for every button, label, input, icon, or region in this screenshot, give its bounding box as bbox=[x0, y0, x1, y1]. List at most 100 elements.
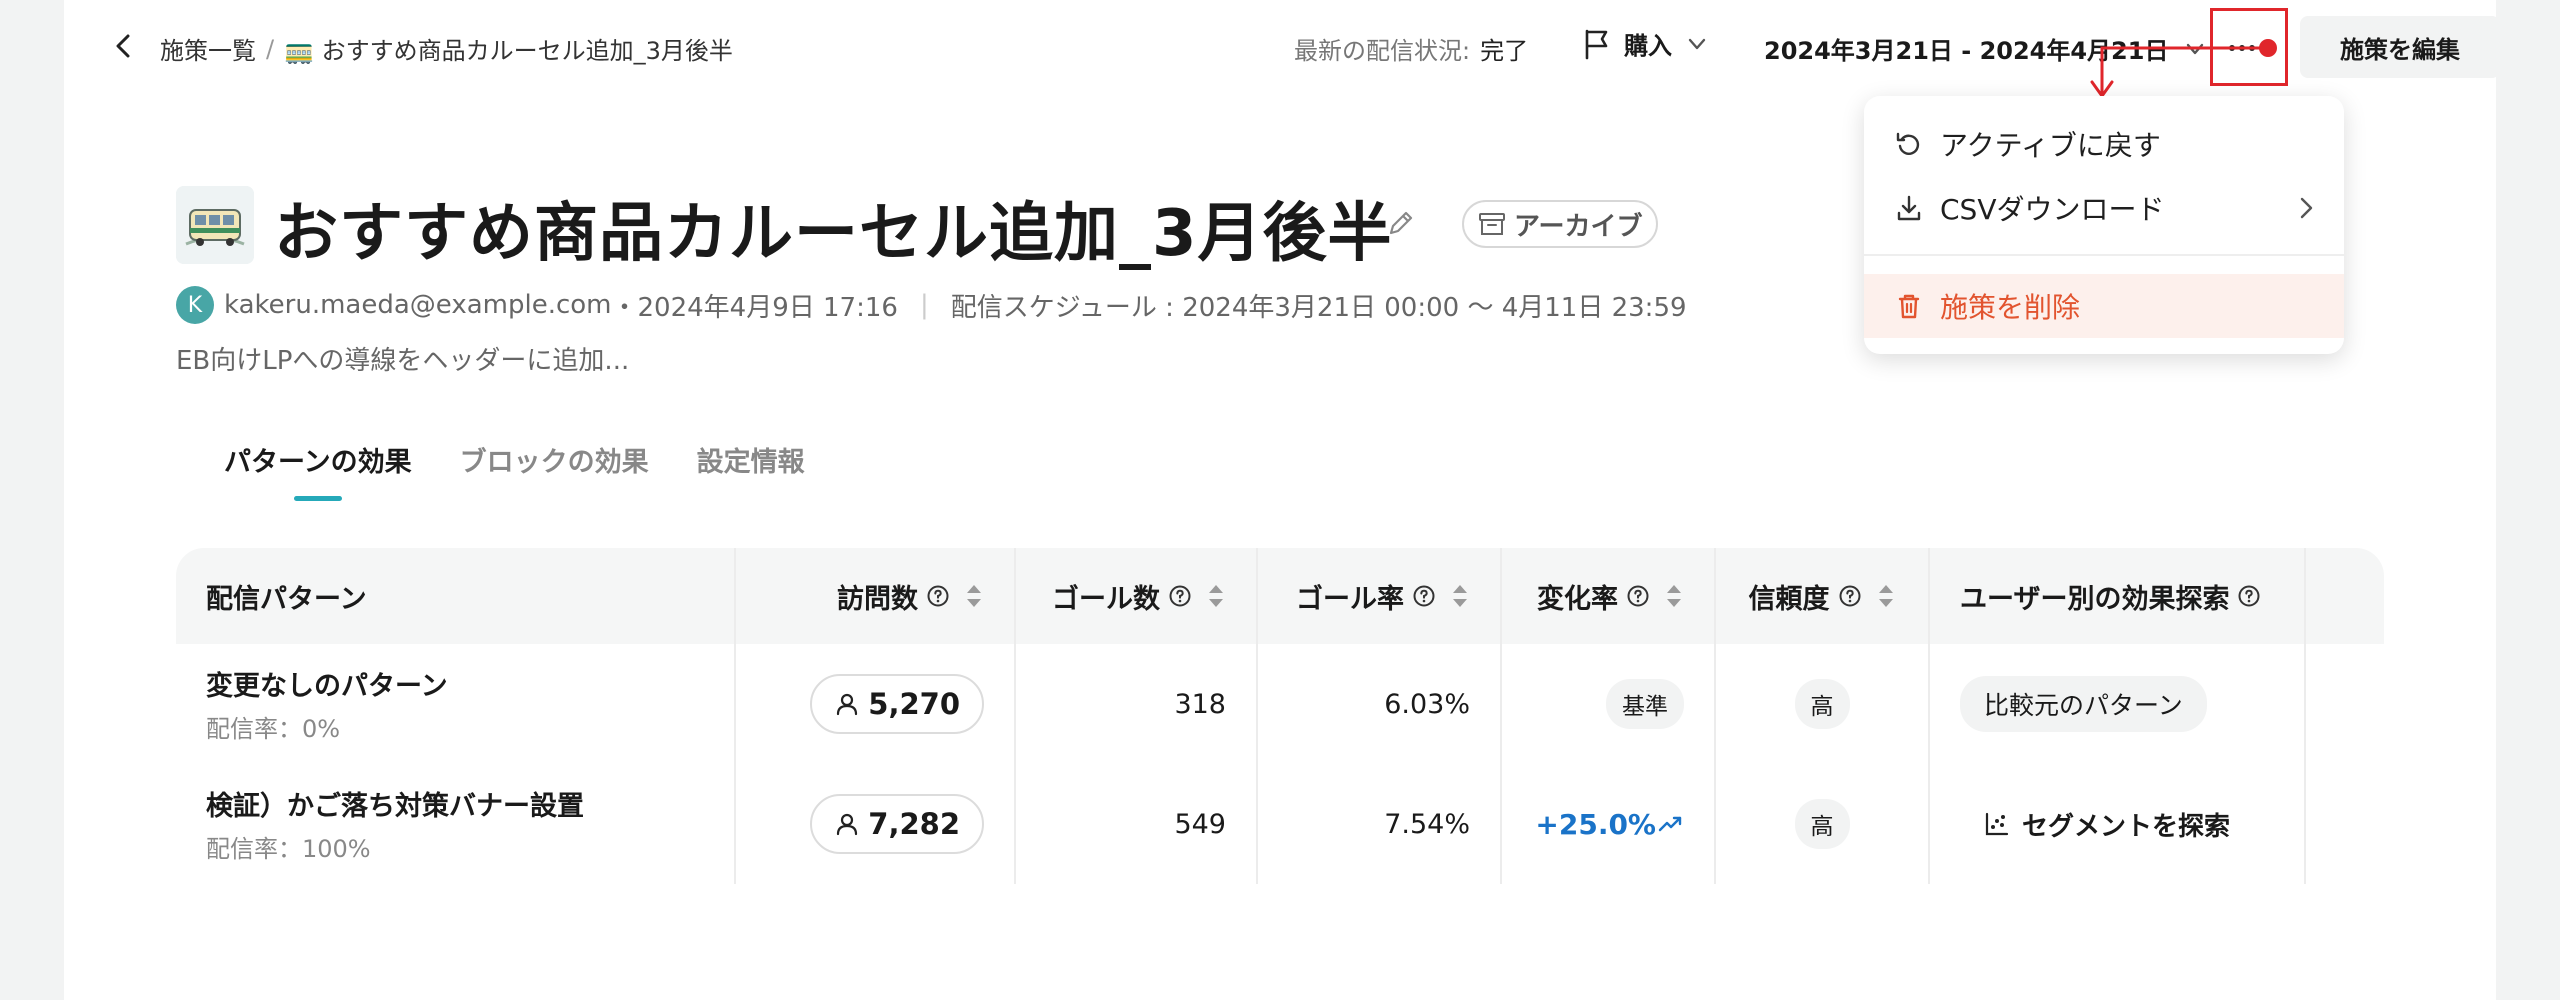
campaign-meta: K kakeru.maeda@example.com ・2024年4月9日 17… bbox=[176, 286, 1687, 324]
page-canvas: 施策一覧 / 🚃 おすすめ商品カルーセル追加_3月後半 最新の配信状況: 完了 購… bbox=[64, 0, 2500, 1000]
header-change-rate[interactable]: 変化率 bbox=[1502, 548, 1716, 644]
pattern-name: 検証）かご落ち対策バナー設置 bbox=[206, 791, 584, 822]
goal-selector[interactable]: 購入 bbox=[1582, 26, 1710, 61]
back-chevron-icon[interactable] bbox=[108, 30, 140, 62]
uplift-value: +25.0% bbox=[1535, 808, 1684, 841]
confidence-chip: 高 bbox=[1794, 679, 1850, 729]
confidence-cell: 高 bbox=[1716, 644, 1930, 764]
undo-icon bbox=[1896, 132, 1920, 155]
help-circle-icon[interactable] bbox=[1168, 584, 1192, 608]
flag-icon bbox=[1585, 29, 1608, 59]
sort-icon[interactable] bbox=[1450, 581, 1470, 611]
confidence-cell: 高 bbox=[1716, 764, 1930, 884]
sort-icon[interactable] bbox=[964, 581, 984, 611]
status-label: 最新の配信状況: bbox=[1294, 37, 1471, 65]
header-goal-rate-label: ゴール率 bbox=[1296, 583, 1404, 615]
sort-icon[interactable] bbox=[1664, 581, 1684, 611]
uplift-text: +25.0% bbox=[1535, 807, 1656, 841]
author-email: kakeru.maeda@example.com bbox=[224, 290, 612, 320]
header-segment: ユーザー別の効果探索 bbox=[1930, 548, 2306, 644]
header-change-rate-label: 変化率 bbox=[1537, 583, 1618, 615]
trend-up-icon bbox=[1658, 816, 1682, 832]
table-row: 検証）かご落ち対策バナー設置 配信率：100% 7,282 549 7.54% … bbox=[176, 764, 2384, 884]
goal-rate-cell: 6.03% bbox=[1258, 644, 1502, 764]
header-confidence-label: 信頼度 bbox=[1748, 583, 1830, 615]
top-bar: 施策一覧 / 🚃 おすすめ商品カルーセル追加_3月後半 最新の配信状況: 完了 購… bbox=[64, 0, 2500, 98]
header-empty bbox=[2306, 548, 2384, 644]
header-pattern-label: 配信パターン bbox=[206, 583, 367, 615]
menu-item-reactivate[interactable]: アクティブに戻す bbox=[1864, 112, 2344, 176]
header-confidence[interactable]: 信頼度 bbox=[1716, 548, 1930, 644]
breadcrumb-root-link[interactable]: 施策一覧 bbox=[160, 31, 256, 66]
trash-icon bbox=[1898, 294, 1920, 319]
header-segment-label: ユーザー別の効果探索 bbox=[1960, 583, 2230, 615]
train-icon bbox=[176, 186, 254, 264]
user-icon bbox=[837, 813, 858, 836]
change-rate-cell: +25.0% bbox=[1502, 764, 1716, 884]
change-rate-cell: 基準 bbox=[1502, 644, 1716, 764]
tab-pattern-effect[interactable]: パターンの効果 bbox=[224, 440, 412, 501]
header-visits-label: 訪問数 bbox=[837, 583, 918, 615]
sort-icon[interactable] bbox=[1876, 581, 1896, 611]
menu-divider bbox=[1864, 254, 2344, 256]
help-circle-icon[interactable] bbox=[926, 584, 950, 608]
empty-cell bbox=[2306, 764, 2384, 884]
tab-settings[interactable]: 設定情報 bbox=[697, 440, 805, 501]
campaign-description: EB向けLPへの導線をヘッダーに追加... bbox=[176, 346, 630, 376]
scatter-chart-icon bbox=[1985, 812, 2009, 836]
pattern-cell: 変更なしのパターン 配信率：0% bbox=[176, 644, 736, 764]
visits-cell: 5,270 bbox=[736, 644, 1016, 764]
baseline-chip: 基準 bbox=[1606, 679, 1684, 729]
avatar: K bbox=[176, 286, 214, 324]
breadcrumb: 施策一覧 / 🚃 おすすめ商品カルーセル追加_3月後半 bbox=[160, 31, 733, 66]
explore-segment-label: セグメントを探索 bbox=[2022, 811, 2231, 842]
updated-at: ・2024年4月9日 17:16 bbox=[611, 292, 898, 323]
empty-cell bbox=[2306, 644, 2384, 764]
breadcrumb-current: 🚃 おすすめ商品カルーセル追加_3月後半 bbox=[284, 37, 733, 65]
sort-icon[interactable] bbox=[1206, 581, 1226, 611]
archive-status-badge: アーカイブ bbox=[1462, 200, 1659, 248]
visits-value: 7,282 bbox=[868, 807, 960, 841]
menu-item-delete[interactable]: 施策を削除 bbox=[1864, 274, 2344, 338]
segment-cell: 比較元のパターン bbox=[1930, 644, 2306, 764]
menu-item-csv-download[interactable]: CSVダウンロード bbox=[1864, 176, 2344, 240]
visits-pill[interactable]: 7,282 bbox=[810, 794, 984, 854]
breadcrumb-separator: / bbox=[266, 34, 275, 63]
archive-box-icon bbox=[1479, 213, 1505, 235]
download-icon bbox=[1897, 195, 1921, 221]
visits-value: 5,270 bbox=[868, 687, 960, 721]
delivery-status: 最新の配信状況: 完了 bbox=[1294, 31, 1528, 66]
confidence-chip: 高 bbox=[1794, 799, 1850, 849]
header-goals-label: ゴール数 bbox=[1052, 583, 1160, 615]
header-visits[interactable]: 訪問数 bbox=[736, 548, 1016, 644]
explore-segment-button[interactable]: セグメントを探索 bbox=[1984, 806, 2230, 843]
pattern-name: 変更なしのパターン bbox=[206, 671, 448, 702]
more-options-menu: アクティブに戻す CSVダウンロード 施策を削除 bbox=[1864, 96, 2344, 354]
goal-label: 購入 bbox=[1624, 32, 1672, 60]
help-circle-icon[interactable] bbox=[1838, 584, 1862, 608]
header-goal-rate[interactable]: ゴール率 bbox=[1258, 548, 1502, 644]
goals-cell: 549 bbox=[1016, 764, 1258, 884]
help-circle-icon[interactable] bbox=[2237, 584, 2261, 608]
header-goals[interactable]: ゴール数 bbox=[1016, 548, 1258, 644]
chevron-down-icon bbox=[1688, 38, 1706, 49]
visits-pill[interactable]: 5,270 bbox=[810, 674, 984, 734]
help-circle-icon[interactable] bbox=[1412, 584, 1436, 608]
edit-campaign-button[interactable]: 施策を編集 bbox=[2300, 16, 2500, 78]
tab-bar: パターンの効果 ブロックの効果 設定情報 bbox=[224, 440, 805, 501]
goal-rate-cell: 7.54% bbox=[1258, 764, 1502, 884]
menu-item-label: アクティブに戻す bbox=[1940, 129, 2161, 162]
header-pattern: 配信パターン bbox=[176, 548, 736, 644]
tab-block-effect[interactable]: ブロックの効果 bbox=[460, 440, 649, 501]
visits-cell: 7,282 bbox=[736, 764, 1016, 884]
page-title: おすすめ商品カルーセル追加_3月後半 bbox=[274, 197, 1393, 271]
pencil-icon[interactable] bbox=[1384, 206, 1418, 240]
help-circle-icon[interactable] bbox=[1626, 584, 1650, 608]
table-row: 変更なしのパターン 配信率：0% 5,270 318 6.03% 基準 高 比較… bbox=[176, 644, 2384, 764]
delivery-schedule: 配信スケジュール : 2024年3月21日 00:00 〜 4月11日 23:5… bbox=[950, 292, 1687, 323]
user-icon bbox=[837, 693, 858, 716]
table-header-row: 配信パターン 訪問数 ゴール数 ゴール率 変化率 信頼度 ユーザー別の効果探索 bbox=[176, 548, 2384, 644]
menu-item-label: 施策を削除 bbox=[1940, 291, 2081, 324]
menu-item-label: CSVダウンロード bbox=[1940, 193, 2165, 226]
status-value: 完了 bbox=[1480, 37, 1529, 65]
